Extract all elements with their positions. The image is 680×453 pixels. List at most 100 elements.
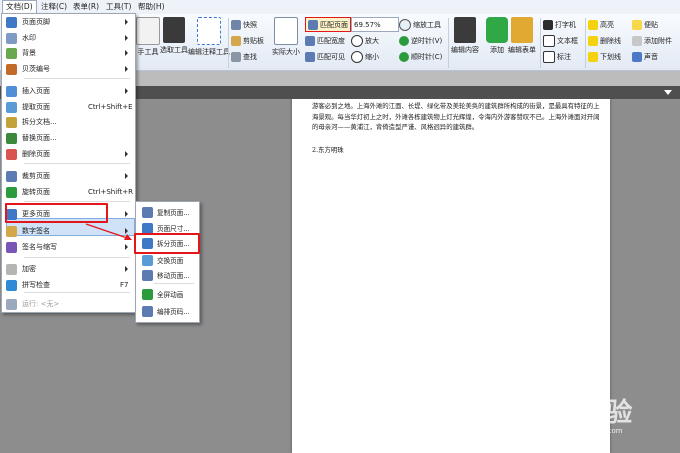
crop-page-icon	[6, 170, 17, 182]
clipboard-icon	[231, 35, 241, 46]
fit-width-icon	[305, 35, 315, 46]
doc-menu-shortcut: Ctrl+Shift+R	[88, 188, 133, 196]
underline-button[interactable]: 下划线	[588, 50, 621, 63]
actual-size-icon	[274, 17, 298, 45]
doc-menu-item-label: 加密	[22, 265, 36, 273]
doc-menu-item-5[interactable]: 提取页面 Ctrl+Shift+E	[2, 100, 133, 114]
submenu-item-4[interactable]: 移动页面...	[136, 268, 196, 282]
chevron-right-icon	[125, 35, 128, 41]
fit-width-button[interactable]: 匹配宽度	[305, 34, 345, 47]
clipboard-button[interactable]: 剪贴板	[231, 34, 264, 47]
edit-form-button[interactable]: 编辑表单	[508, 17, 536, 55]
chevron-right-icon	[125, 19, 128, 25]
submenu-item-3[interactable]: 交换页面	[136, 253, 196, 267]
menu-divider	[24, 163, 130, 164]
doc-menu-item-10[interactable]: 旋转页面 Ctrl+Shift+R	[2, 185, 133, 199]
add-icon	[486, 17, 508, 43]
doc-menu-item-2[interactable]: 背景	[2, 46, 132, 60]
submenu-item-6[interactable]: 编排页码...	[136, 304, 196, 318]
fit-visible-button[interactable]: 匹配可见	[305, 50, 345, 63]
background-icon	[6, 47, 17, 59]
rotate-cw-button[interactable]: 顺时针(C)	[399, 50, 442, 63]
swap-page-icon	[142, 254, 153, 266]
submenu-item-label: 移动页面...	[157, 272, 190, 280]
page-paragraph: 游客必到之地。上海外滩的江面、长堤、绿化带及美轮美奂的建筑群所构成的街景，是最具…	[312, 102, 600, 131]
split-doc-icon	[6, 116, 17, 128]
hand-tool-button[interactable]: 手工具	[136, 17, 160, 57]
hand-icon	[136, 17, 160, 45]
menu-document[interactable]: 文档(D)	[2, 0, 37, 14]
doc-menu-item-6[interactable]: 拆分文档...	[2, 115, 132, 129]
fit-page-button[interactable]: 匹配页面	[305, 17, 351, 32]
submenu-item-5[interactable]: 全屏动画	[136, 287, 196, 301]
binoculars-icon	[231, 51, 241, 62]
zoom-out-button[interactable]: 缩小	[351, 50, 379, 63]
edit-content-button[interactable]: 编辑内容	[451, 17, 479, 55]
doc-menu-item-7[interactable]: 替换页面...	[2, 131, 132, 145]
duplicate-page-icon	[142, 206, 153, 218]
page-number-icon	[142, 305, 153, 317]
doc-menu-item-label: 提取页面	[22, 103, 50, 111]
menu-form[interactable]: 表单(R)	[70, 1, 102, 13]
callout-button[interactable]: 标注	[543, 50, 571, 63]
strikeout-icon	[588, 35, 598, 46]
textbox-button[interactable]: 文本框	[543, 34, 578, 47]
rotate-ccw-button[interactable]: 逆时针(V)	[399, 34, 442, 47]
strikeout-button[interactable]: 删除线	[588, 34, 621, 47]
sound-button[interactable]: 声音	[632, 50, 658, 63]
doc-menu-item-label: 贝茨编号	[22, 65, 50, 73]
chevron-right-icon	[125, 211, 128, 217]
menu-help[interactable]: 帮助(H)	[135, 1, 168, 13]
minus-icon	[351, 50, 363, 63]
add-button[interactable]: 添加	[486, 17, 508, 55]
doc-menu-item-3[interactable]: 贝茨编号	[2, 62, 132, 76]
doc-menu-item-1[interactable]: 水印	[2, 31, 132, 45]
doc-menu-shortcut: F7	[120, 281, 129, 289]
menu-tools[interactable]: 工具(T)	[103, 1, 134, 13]
doc-menu-item-label: 运行: <无>	[22, 300, 60, 308]
submenu-item-0[interactable]: 复制页面...	[136, 205, 196, 219]
zoom-tool-button[interactable]: 缩放工具	[399, 18, 441, 31]
sticky-note-icon	[632, 19, 642, 30]
zoom-input[interactable]: 69.57%	[351, 17, 399, 32]
highlight-button[interactable]: 高亮	[588, 18, 614, 31]
doc-menu-item-15[interactable]: 拼写检查 F7	[2, 278, 132, 292]
attach-button[interactable]: 添加附件	[632, 34, 672, 47]
edit-annotation-tool-button[interactable]: 编辑注释工具	[188, 17, 230, 57]
snapshot-button[interactable]: 快照	[231, 18, 257, 31]
doc-menu-item-label: 替换页面...	[22, 134, 57, 142]
submenu-item-label: 交换页面	[157, 257, 184, 265]
typewriter-icon	[543, 19, 553, 30]
chevron-right-icon	[125, 244, 128, 250]
menu-divider	[154, 283, 194, 284]
doc-menu-item-label: 插入页面	[22, 87, 50, 95]
digital-sign-icon	[6, 225, 17, 237]
find-button[interactable]: 查找	[231, 50, 257, 63]
menu-divider	[24, 201, 130, 202]
plus-icon	[351, 34, 363, 47]
actual-size-button[interactable]: 实际大小	[272, 17, 300, 57]
menu-divider	[24, 78, 130, 79]
spell-check-icon	[6, 279, 17, 291]
menu-divider	[24, 257, 130, 258]
paperclip-icon	[632, 35, 642, 46]
menu-comment[interactable]: 注释(C)	[38, 1, 70, 13]
text-edit-icon	[454, 17, 476, 43]
underline-icon	[588, 51, 598, 62]
doc-menu-item-0[interactable]: 页面页脚	[2, 15, 132, 29]
zoom-in-button[interactable]: 放大	[351, 34, 379, 47]
select-tool-button[interactable]: 选取工具	[160, 17, 188, 55]
doc-menu-item-9[interactable]: 裁剪页面	[2, 169, 132, 183]
note-button[interactable]: 便贴	[632, 18, 658, 31]
chevron-right-icon	[125, 66, 128, 72]
dropdown-arrow-icon[interactable]	[664, 90, 672, 95]
doc-menu-item-14[interactable]: 加密	[2, 262, 132, 276]
edit-annotation-icon	[197, 17, 221, 45]
submenu-item-label: 全屏动画	[157, 291, 184, 299]
camera-icon	[231, 19, 241, 30]
doc-menu-item-4[interactable]: 插入页面	[2, 84, 132, 98]
bates-icon	[6, 63, 17, 75]
typewriter-button[interactable]: 打字机	[543, 18, 576, 31]
doc-menu-item-8[interactable]: 删除页面	[2, 147, 132, 161]
encrypt-icon	[6, 263, 17, 275]
